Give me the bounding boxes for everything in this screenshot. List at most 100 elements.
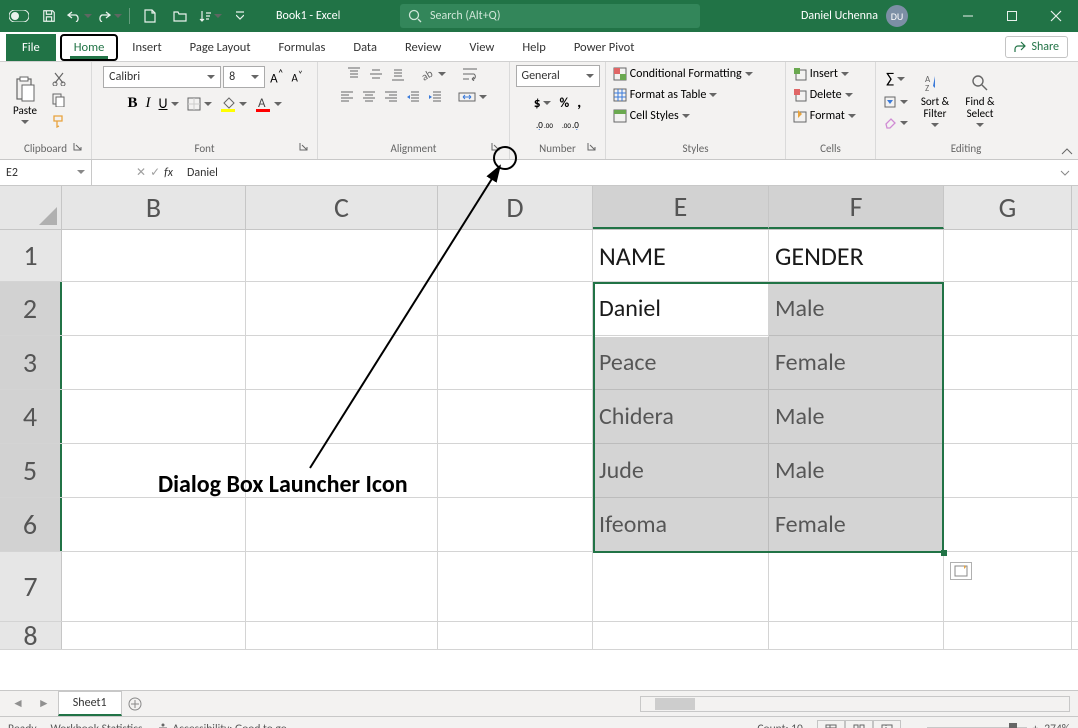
borders-button[interactable] xyxy=(184,95,215,113)
user-account[interactable]: Daniel Uchenna DU xyxy=(801,5,908,27)
collapse-ribbon-button[interactable] xyxy=(1056,62,1078,159)
increase-decimal-button[interactable]: .0.00 xyxy=(533,118,557,132)
fill-handle[interactable] xyxy=(941,550,947,556)
cell-E8[interactable] xyxy=(593,622,769,649)
clipboard-dialog-launcher-icon[interactable] xyxy=(73,142,85,154)
cell-C2[interactable] xyxy=(246,282,438,335)
row-header-1[interactable]: 1 xyxy=(0,230,62,281)
cell-C8[interactable] xyxy=(246,622,438,649)
fill-button[interactable] xyxy=(880,93,911,111)
new-file-icon[interactable] xyxy=(137,3,163,29)
comma-format-button[interactable]: , xyxy=(574,91,584,114)
tab-formulas[interactable]: Formulas xyxy=(265,34,340,61)
decrease-decimal-button[interactable]: .00.0 xyxy=(559,118,583,132)
open-file-icon[interactable] xyxy=(167,3,193,29)
row-header-5[interactable]: 5 xyxy=(0,444,62,497)
page-break-view-button[interactable] xyxy=(873,720,901,728)
tab-power-pivot[interactable]: Power Pivot xyxy=(560,34,649,61)
font-size-combo[interactable]: 8 xyxy=(223,66,265,88)
cell-B4[interactable] xyxy=(62,390,246,443)
new-sheet-button[interactable] xyxy=(124,693,146,715)
worksheet-area[interactable]: B C D E F G 1 NAME GENDER 2 Daniel Male … xyxy=(0,186,1078,690)
tab-insert[interactable]: Insert xyxy=(118,34,175,61)
insert-function-icon[interactable]: fx xyxy=(164,166,173,180)
col-header-F[interactable]: F xyxy=(769,186,944,229)
sheet-nav-prev-icon[interactable]: ◄ xyxy=(6,696,30,711)
cell-G5[interactable] xyxy=(944,444,1072,497)
cell-G1[interactable] xyxy=(944,230,1072,281)
sheet-nav-next-icon[interactable]: ► xyxy=(32,696,56,711)
paste-button[interactable]: Paste xyxy=(4,65,46,135)
cell-G3[interactable] xyxy=(944,336,1072,389)
cell-B3[interactable] xyxy=(62,336,246,389)
conditional-formatting-button[interactable]: Conditional Formatting xyxy=(610,65,756,83)
merge-center-button[interactable] xyxy=(455,88,490,106)
tab-home[interactable]: Home xyxy=(60,34,119,61)
zoom-out-button[interactable]: − xyxy=(915,722,921,728)
cell-G6[interactable] xyxy=(944,498,1072,551)
find-select-button[interactable]: Find & Select xyxy=(959,65,1001,135)
row-header-4[interactable]: 4 xyxy=(0,390,62,443)
insert-cells-button[interactable]: Insert xyxy=(790,65,852,83)
cell-D8[interactable] xyxy=(438,622,593,649)
cell-E7[interactable] xyxy=(593,552,769,621)
row-header-7[interactable]: 7 xyxy=(0,552,62,621)
col-header-B[interactable]: B xyxy=(62,186,246,229)
orientation-button[interactable]: ab xyxy=(418,65,449,83)
cell-F7[interactable] xyxy=(769,552,944,621)
cell-D1[interactable] xyxy=(438,230,593,281)
cell-B7[interactable] xyxy=(62,552,246,621)
wrap-text-button[interactable] xyxy=(459,65,483,83)
row-header-6[interactable]: 6 xyxy=(0,498,62,551)
copy-button[interactable] xyxy=(49,91,69,109)
col-header-E[interactable]: E xyxy=(593,186,769,229)
tab-view[interactable]: View xyxy=(455,34,508,61)
fill-color-button[interactable] xyxy=(217,94,250,114)
quick-analysis-button[interactable] xyxy=(950,562,972,580)
increase-font-button[interactable]: A˄ xyxy=(267,65,286,88)
cell-F8[interactable] xyxy=(769,622,944,649)
sort-icon[interactable] xyxy=(197,3,223,29)
zoom-in-button[interactable]: + xyxy=(1033,722,1039,728)
close-button[interactable] xyxy=(1034,0,1078,32)
number-dialog-launcher-icon[interactable] xyxy=(587,142,599,154)
minimize-button[interactable] xyxy=(946,0,990,32)
cell-C4[interactable] xyxy=(246,390,438,443)
row-header-8[interactable]: 8 xyxy=(0,622,62,649)
horizontal-scrollbar[interactable] xyxy=(640,696,1070,712)
sheet-tab-active[interactable]: Sheet1 xyxy=(58,691,122,716)
cell-D6[interactable] xyxy=(438,498,593,551)
share-button[interactable]: Share xyxy=(1005,36,1068,58)
expand-formula-bar-icon[interactable] xyxy=(1060,170,1078,176)
underline-button[interactable]: U xyxy=(156,93,182,114)
cell-G4[interactable] xyxy=(944,390,1072,443)
zoom-level[interactable]: 274% xyxy=(1044,722,1070,728)
font-dialog-launcher-icon[interactable] xyxy=(299,142,311,154)
cell-E1[interactable]: NAME xyxy=(593,230,769,281)
alignment-dialog-launcher-icon[interactable] xyxy=(491,142,503,154)
cell-C1[interactable] xyxy=(246,230,438,281)
cell-C7[interactable] xyxy=(246,552,438,621)
cell-D2[interactable] xyxy=(438,282,593,335)
cell-B6[interactable] xyxy=(62,498,246,551)
format-as-table-button[interactable]: Format as Table xyxy=(610,86,720,104)
cut-button[interactable] xyxy=(49,70,69,88)
maximize-button[interactable] xyxy=(990,0,1034,32)
accessibility-status[interactable]: Accessibility: Good to go xyxy=(157,722,287,728)
align-center-button[interactable] xyxy=(359,88,379,106)
align-middle-button[interactable] xyxy=(366,65,386,83)
row-header-2[interactable]: 2 xyxy=(0,282,62,335)
qat-customize-icon[interactable] xyxy=(227,3,253,29)
cell-D5[interactable] xyxy=(438,444,593,497)
decrease-font-button[interactable]: A˅ xyxy=(289,67,306,87)
col-header-D[interactable]: D xyxy=(438,186,593,229)
increase-indent-button[interactable] xyxy=(425,88,445,106)
tab-review[interactable]: Review xyxy=(391,34,455,61)
tab-data[interactable]: Data xyxy=(339,34,391,61)
undo-button[interactable] xyxy=(66,3,92,29)
cell-B1[interactable] xyxy=(62,230,246,281)
cell-C3[interactable] xyxy=(246,336,438,389)
italic-button[interactable]: I xyxy=(143,93,154,114)
cell-C6[interactable] xyxy=(246,498,438,551)
font-color-button[interactable]: A xyxy=(252,94,285,114)
